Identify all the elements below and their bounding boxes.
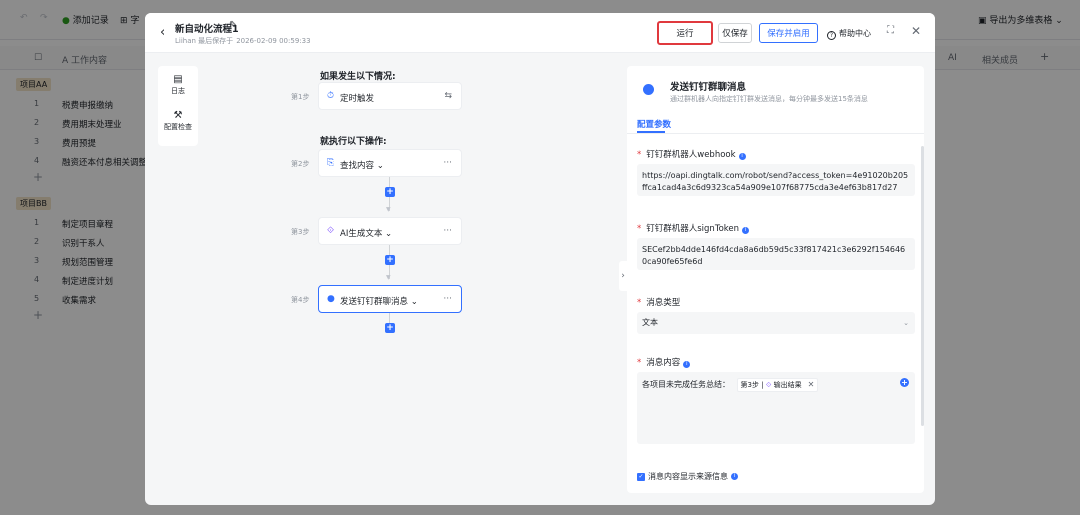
log-button[interactable]: ▤ 日志	[158, 74, 198, 96]
step-card-trigger[interactable]: ⏱ 定时触发 ⇆	[318, 82, 462, 110]
search-doc-icon: ⎘	[327, 158, 335, 168]
more-icon[interactable]: ···	[443, 294, 452, 304]
step-card-dingtalk[interactable]: ● 发送钉钉群聊消息 ⌄ ···	[318, 285, 462, 313]
ai-text-icon: ⟐	[765, 381, 772, 389]
message-content-input[interactable]: 各项目未完成任务总结： 第3步 | ⟐ 输出结果 ✕ +	[637, 372, 915, 444]
trigger-section-title: 如果发生以下情况:	[320, 72, 396, 82]
help-center-link[interactable]: ? 帮助中心	[827, 28, 871, 40]
arrow-down-icon: ▼	[386, 274, 391, 281]
step-title: 查找内容 ⌄	[340, 161, 384, 171]
sign-token-input[interactable]: SECef2bb4dde146fd4cda8a6db59d5c33f817421…	[637, 238, 915, 270]
save-only-button[interactable]: 仅保存	[718, 23, 752, 43]
modal-header: ‹ 新自动化流程1 ✎ Liihan 最后保存于 2026-02-09 00:59…	[145, 13, 935, 53]
info-icon[interactable]: i	[683, 361, 691, 368]
close-icon[interactable]: ✕	[911, 24, 921, 38]
panel-title: 发送钉钉群聊消息	[670, 82, 747, 93]
info-icon[interactable]: i	[742, 227, 750, 234]
step-title: AI生成文本 ⌄	[340, 229, 393, 239]
checkbox-checked-icon: ✓	[637, 472, 645, 481]
step-label: 第2步	[291, 160, 310, 168]
chevron-down-icon: ⌄	[903, 319, 909, 327]
remove-tag-icon[interactable]: ✕	[808, 380, 815, 389]
collapse-panel-icon[interactable]: ›	[619, 261, 627, 291]
more-icon[interactable]: ···	[443, 226, 452, 236]
step-card-find[interactable]: ⎘ 查找内容 ⌄ ···	[318, 149, 462, 177]
message-type-select[interactable]: 文本 ⌄	[637, 312, 915, 334]
step-label: 第1步	[291, 93, 310, 101]
connector	[389, 245, 390, 255]
connector	[389, 177, 390, 187]
add-variable-icon[interactable]: +	[900, 378, 909, 387]
save-info: Liihan 最后保存于 2026-02-09 00:59:33	[175, 37, 311, 45]
show-source-checkbox[interactable]: ✓ 消息内容显示来源信息 i	[637, 471, 738, 482]
variable-tag[interactable]: 第3步 | ⟐ 输出结果 ✕	[736, 378, 819, 392]
config-panel: 发送钉钉群聊消息 通过群机器人向指定钉钉群发送消息，每分钟最多发送15条消息 配…	[627, 66, 924, 493]
save-enable-button[interactable]: 保存并启用	[759, 23, 818, 43]
edit-pencil-icon[interactable]: ✎	[229, 20, 237, 31]
add-step-icon[interactable]: +	[385, 187, 395, 197]
side-toolbar: ▤ 日志 ⚒ 配置检查	[158, 66, 198, 146]
tab-config-params[interactable]: 配置参数	[637, 118, 671, 130]
action-section-title: 就执行以下操作:	[320, 137, 387, 147]
step-label: 第4步	[291, 296, 310, 304]
more-icon[interactable]: ···	[443, 158, 452, 168]
step-card-ai[interactable]: ⟐ AI生成文本 ⌄ ···	[318, 217, 462, 245]
webhook-label: * 钉钉群机器人webhook i	[637, 148, 746, 160]
back-icon[interactable]: ‹	[160, 25, 165, 40]
add-step-icon[interactable]: +	[385, 255, 395, 265]
message-content-label: * 消息内容 i	[637, 356, 691, 368]
add-step-icon[interactable]: +	[385, 323, 395, 333]
step-label: 第3步	[291, 228, 310, 236]
arrow-down-icon: ▼	[386, 206, 391, 213]
dingtalk-icon: ●	[327, 294, 335, 304]
config-check-button[interactable]: ⚒ 配置检查	[158, 110, 198, 132]
info-icon[interactable]: i	[731, 473, 738, 480]
divider	[627, 133, 924, 134]
message-type-label: * 消息类型	[637, 298, 681, 308]
sign-token-label: * 钉钉群机器人signToken i	[637, 222, 750, 234]
timer-icon: ⏱	[327, 91, 335, 101]
question-icon: ?	[827, 31, 836, 40]
step-title: 发送钉钉群聊消息 ⌄	[340, 297, 418, 307]
dingtalk-icon	[643, 84, 654, 95]
switch-icon[interactable]: ⇆	[444, 91, 452, 101]
webhook-input[interactable]: https://oapi.dingtalk.com/robot/send?acc…	[637, 164, 915, 196]
wrench-icon: ⚒	[173, 110, 183, 121]
log-icon: ▤	[173, 74, 183, 85]
connector	[389, 313, 390, 323]
panel-description: 通过群机器人向指定钉钉群发送消息，每分钟最多发送15条消息	[670, 95, 868, 103]
automation-modal: ‹ 新自动化流程1 ✎ Liihan 最后保存于 2026-02-09 00:59…	[145, 13, 935, 505]
info-icon[interactable]: i	[738, 153, 746, 160]
fullscreen-icon[interactable]: ⛶	[887, 25, 894, 36]
ai-text-icon: ⟐	[327, 226, 335, 236]
panel-scrollbar[interactable]	[921, 146, 924, 426]
run-button[interactable]: 运行	[657, 21, 713, 45]
